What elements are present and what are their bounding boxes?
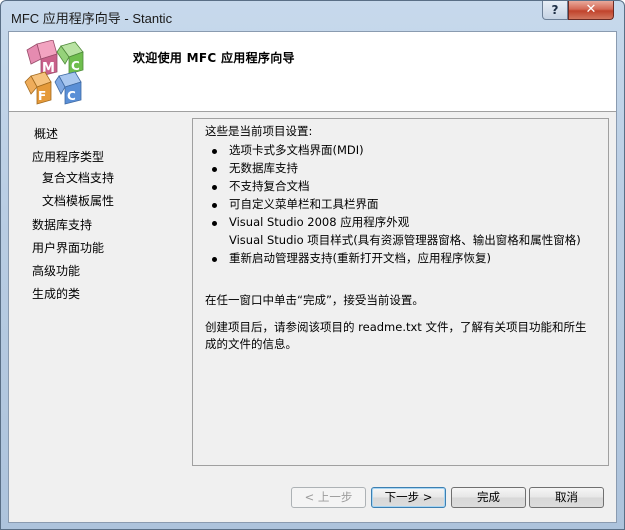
wizard-header: M C F C 欢迎使用 MFC 应用程序向导 — [9, 32, 616, 112]
list-item: 不支持复合文档 — [205, 178, 595, 195]
list-item: 无数据库支持 — [205, 160, 595, 177]
list-item: 重新启动管理器支持(重新打开文档，应用程序恢复) — [205, 250, 595, 267]
finish-instruction: 在任一窗口中单击“完成”，接受当前设置。 — [205, 293, 424, 307]
wizard-nav: 概述 应用程序类型 复合文档支持 文档模板属性 数据库支持 用户界面功能 高级功… — [9, 112, 189, 524]
cancel-button[interactable]: 取消 — [529, 487, 604, 508]
settings-list: 选项卡式多文档界面(MDI) 无数据库支持 不支持复合文档 可自定义菜单栏和工具… — [205, 142, 595, 268]
nav-item-generated-classes[interactable]: 生成的类 — [32, 285, 80, 302]
nav-item-advanced-features[interactable]: 高级功能 — [32, 262, 80, 279]
logo-letter-f: F — [38, 89, 46, 103]
list-item: Visual Studio 项目样式(具有资源管理器窗格、输出窗格和属性窗格) — [229, 233, 581, 247]
nav-item-user-interface[interactable]: 用户界面功能 — [32, 239, 104, 256]
list-item: Visual Studio 2008 应用程序外观 — [205, 214, 595, 231]
nav-item-database-support[interactable]: 数据库支持 — [32, 216, 92, 233]
logo-letter-c: C — [67, 89, 76, 103]
settings-intro: 这些是当前项目设置: — [205, 124, 313, 138]
content-panel: 这些是当前项目设置: 选项卡式多文档界面(MDI) 无数据库支持 不支持复合文档… — [192, 118, 609, 466]
finish-button[interactable]: 完成 — [451, 487, 526, 508]
previous-button[interactable]: < 上一步 — [291, 487, 366, 508]
nav-item-document-template[interactable]: 文档模板属性 — [42, 192, 114, 209]
list-item: 可自定义菜单栏和工具栏界面 — [205, 196, 595, 213]
dialog-client-area: M C F C 欢迎使用 MFC 应用程序向导 概述 应用程序类型 复合文档支持… — [8, 31, 617, 523]
wizard-window: MFC 应用程序向导 - Stantic ? ✕ M C F C 欢迎使用 MF… — [0, 0, 625, 530]
readme-note: 创建项目后，请参阅该项目的 readme.txt 文件，了解有关项目功能和所生成… — [205, 320, 587, 351]
nav-item-overview[interactable]: 概述 — [34, 125, 58, 142]
page-title: 欢迎使用 MFC 应用程序向导 — [133, 51, 295, 65]
nav-item-compound-document[interactable]: 复合文档支持 — [42, 169, 114, 186]
next-button[interactable]: 下一步 > — [371, 487, 446, 508]
help-button[interactable]: ? — [542, 1, 568, 20]
close-button[interactable]: ✕ — [568, 1, 614, 20]
window-title: MFC 应用程序向导 - Stantic — [11, 11, 173, 26]
list-item: 选项卡式多文档界面(MDI) — [205, 142, 595, 159]
nav-item-application-type[interactable]: 应用程序类型 — [32, 148, 104, 165]
logo-letter-c-top: C — [71, 59, 80, 73]
mfc-logo-icon: M C F C — [24, 40, 84, 105]
title-bar[interactable]: MFC 应用程序向导 - Stantic ? ✕ — [1, 1, 624, 31]
